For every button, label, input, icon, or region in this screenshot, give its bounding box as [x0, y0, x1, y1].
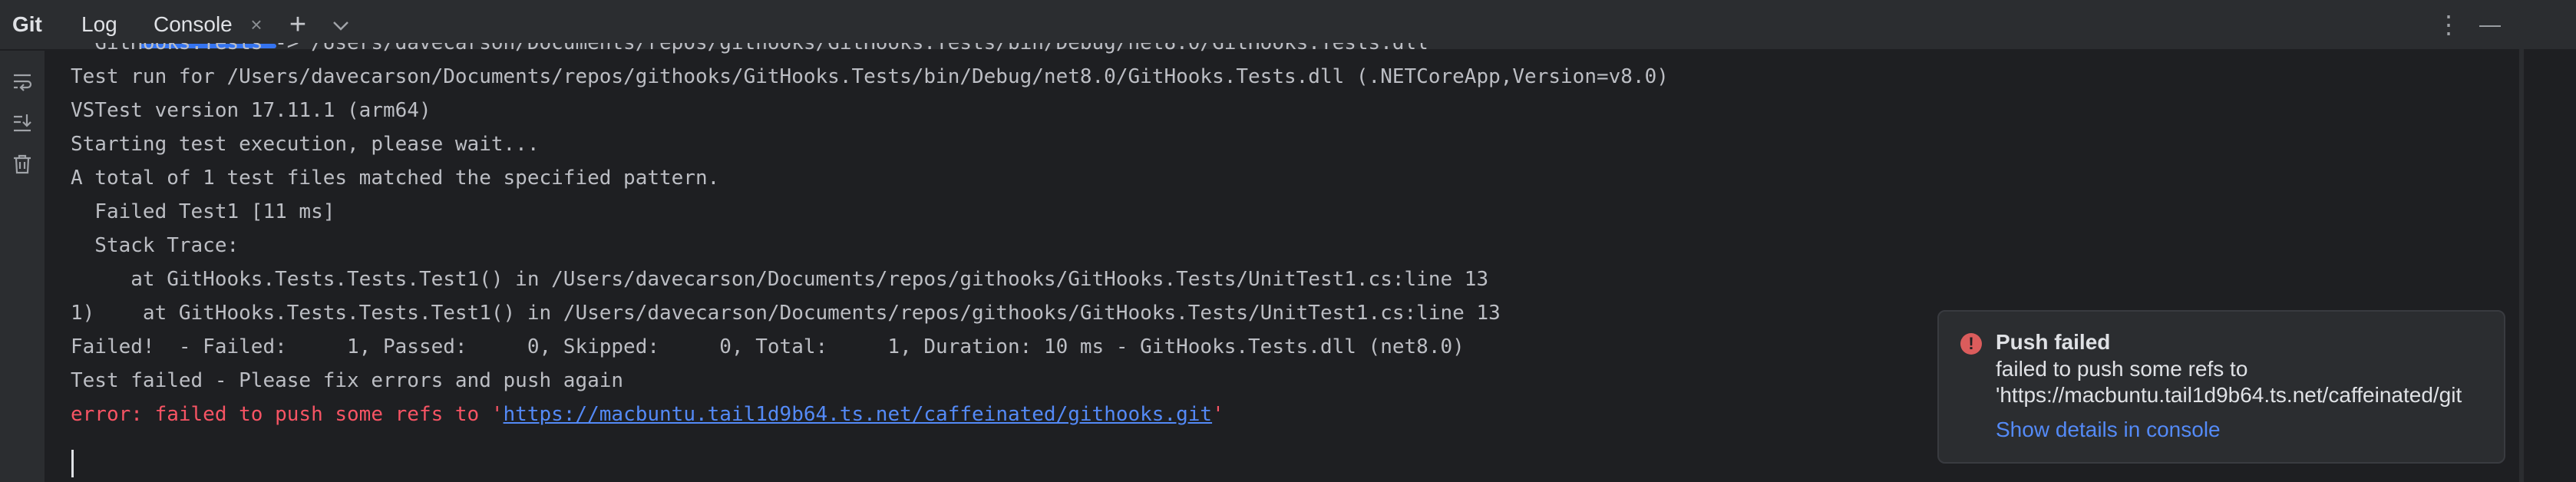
- vertical-scrollbar[interactable]: [2519, 49, 2524, 482]
- error-url-link[interactable]: https://macbuntu.tail1d9b64.ts.net/caffe…: [504, 403, 1213, 426]
- scroll-to-end-icon[interactable]: [10, 111, 35, 135]
- notification-body-line: failed to push some refs to: [1996, 357, 2248, 381]
- console-toolbar: [0, 51, 45, 482]
- console-line: Stack Trace:: [71, 234, 239, 257]
- show-details-link[interactable]: Show details in console: [1996, 418, 2221, 442]
- tool-window-title: Git: [12, 12, 42, 36]
- error-prefix: error: failed to push some refs to ': [71, 403, 504, 426]
- console-line: A total of 1 test files matched the spec…: [71, 167, 720, 190]
- console-line: 1) at GitHooks.Tests.Tests.Test1() in /U…: [71, 302, 1501, 325]
- console-line: Test run for /Users/davecarson/Documents…: [71, 65, 1669, 88]
- error-icon: !: [1960, 333, 1982, 355]
- add-tab-icon[interactable]: +: [286, 0, 310, 49]
- console-line: GitHooks.Tests -> /Users/davecarson/Docu…: [71, 43, 1428, 54]
- console-line: at GitHooks.Tests.Tests.Test1() in /User…: [71, 268, 1489, 291]
- error-suffix: ': [1212, 403, 1224, 426]
- notification-body-line: 'https://macbuntu.tail1d9b64.ts.net/caff…: [1996, 383, 2462, 407]
- console-line: Starting test execution, please wait...: [71, 133, 540, 156]
- console-error-line: error: failed to push some refs to 'http…: [71, 398, 1224, 431]
- console-line: Failed Test1 [11 ms]: [71, 200, 335, 223]
- more-options-icon[interactable]: ⋮: [2436, 0, 2461, 49]
- soft-wrap-icon[interactable]: [10, 69, 35, 94]
- tab-console[interactable]: Console: [154, 0, 233, 49]
- console-line: Failed! - Failed: 1, Passed: 0, Skipped:…: [71, 335, 1465, 358]
- console-line: VSTest version 17.11.1 (arm64): [71, 99, 431, 122]
- push-failed-notification[interactable]: ! Push failed failed to push some refs t…: [1937, 310, 2505, 464]
- console-line: Test failed - Please fix errors and push…: [71, 369, 624, 392]
- notification-title: Push failed: [1996, 330, 2111, 354]
- git-tool-window: Git Log Console × + ⋮ — GitHooks.Tests -…: [0, 0, 2576, 482]
- chevron-down-icon[interactable]: [329, 0, 353, 49]
- tab-close-icon[interactable]: ×: [247, 0, 266, 49]
- tab-log[interactable]: Log: [81, 0, 117, 49]
- notification-body: failed to push some refs to 'https://mac…: [1996, 356, 2479, 408]
- text-caret: [71, 450, 74, 477]
- minimize-icon[interactable]: —: [2478, 0, 2502, 49]
- trash-icon[interactable]: [10, 152, 35, 177]
